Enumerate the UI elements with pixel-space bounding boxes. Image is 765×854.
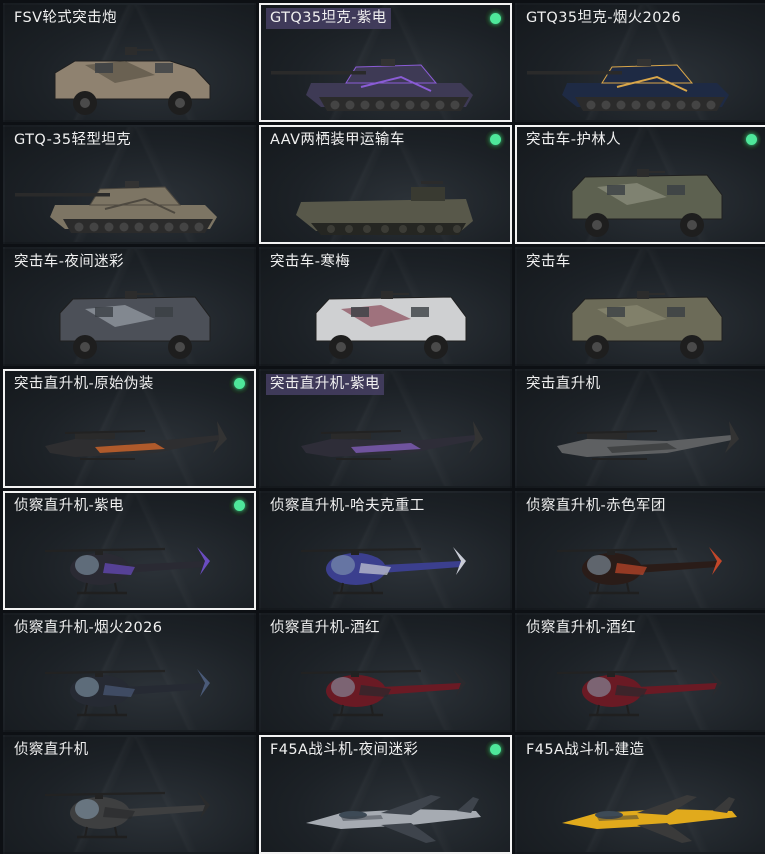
equipped-indicator-icon: [229, 373, 249, 394]
vehicle-skin-name: GTQ35坦克-紫电: [266, 8, 391, 29]
scout-helicopter-image: [44, 668, 210, 717]
equipped-indicator-icon: [485, 129, 505, 150]
vehicle-skin-card[interactable]: 突击车-寒梅: [259, 246, 512, 367]
attack-helicopter-image: [301, 420, 483, 460]
vehicle-skin-name: 突击直升机: [526, 375, 601, 392]
vehicle-skin-card[interactable]: GTQ35坦克-紫电: [259, 3, 512, 123]
scout-helicopter-image: [556, 546, 722, 595]
vehicle-skin-card[interactable]: 侦察直升机-酒红: [259, 612, 512, 733]
vehicle-skin-name: 侦察直升机-紫电: [14, 497, 124, 514]
vehicle-skin-name: 侦察直升机-酒红: [270, 619, 380, 636]
tank-image: [15, 180, 217, 233]
vehicle-skin-card[interactable]: F45A战斗机-夜间迷彩: [259, 734, 512, 854]
vehicle-skin-card[interactable]: 侦察直升机-烟火2026: [3, 612, 256, 733]
vehicle-skin-name: F45A战斗机-夜间迷彩: [270, 741, 419, 758]
assault-vehicle-image: [571, 290, 723, 359]
vehicle-skin-card[interactable]: 侦察直升机-哈夫克重工: [259, 490, 512, 611]
vehicle-skin-card[interactable]: GTQ35坦克-烟火2026: [515, 3, 765, 123]
vehicle-skin-name: 突击车: [526, 253, 571, 270]
vehicle-skin-card[interactable]: 突击直升机-紫电: [259, 368, 512, 489]
vehicle-skin-name: F45A战斗机-建造: [526, 741, 645, 758]
vehicle-skin-name: 侦察直升机: [14, 741, 89, 758]
assault-vehicle-image: [315, 290, 467, 359]
vehicle-skin-name: FSV轮式突击炮: [14, 10, 117, 26]
scout-helicopter-image: [300, 668, 466, 717]
equipped-indicator-icon: [229, 495, 249, 516]
tank-image: [271, 59, 473, 111]
scout-helicopter-image: [44, 790, 210, 839]
vehicle-skin-name: 突击车-夜间迷彩: [14, 253, 124, 270]
equipped-indicator-icon: [741, 129, 761, 150]
vehicle-skin-card[interactable]: 侦察直升机-紫电: [3, 490, 256, 611]
vehicle-skin-name: 突击直升机-原始伪装: [14, 375, 154, 392]
vehicle-skin-name: 侦察直升机-赤色军团: [526, 497, 666, 514]
vehicle-skin-card[interactable]: AAV两栖装甲运输车: [259, 124, 512, 245]
vehicle-skin-card[interactable]: 侦察直升机-赤色军团: [515, 490, 765, 611]
vehicle-skin-name: 侦察直升机-酒红: [526, 619, 636, 636]
vehicle-skin-card[interactable]: GTQ-35轻型坦克: [3, 124, 256, 245]
armored-car-image: [54, 47, 211, 115]
vehicle-skin-card[interactable]: 突击直升机: [515, 368, 765, 489]
vehicle-skin-grid: FSV轮式突击炮 GTQ35坦克-紫电 GTQ35坦克-烟火2026 GTQ-35轻型…: [0, 0, 765, 854]
scout-helicopter-image: [300, 546, 466, 595]
scout-helicopter-image: [44, 546, 210, 595]
vehicle-skin-name: AAV两栖装甲运输车: [270, 131, 405, 148]
tank-image: [527, 59, 729, 111]
fighter-jet-image: [306, 794, 481, 843]
vehicle-skin-card[interactable]: 侦察直升机: [3, 734, 256, 854]
vehicle-skin-name: GTQ35坦克-烟火2026: [526, 10, 682, 26]
vehicle-skin-name: GTQ-35轻型坦克: [14, 131, 132, 148]
vehicle-skin-name: 突击直升机-紫电: [266, 373, 384, 395]
vehicle-skin-name: 侦察直升机-哈夫克重工: [270, 497, 425, 514]
vehicle-skin-card[interactable]: FSV轮式突击炮: [3, 3, 256, 123]
equipped-indicator-icon: [485, 739, 505, 760]
vehicle-skin-card[interactable]: 突击车-夜间迷彩: [3, 246, 256, 367]
vehicle-skin-card[interactable]: F45A战斗机-建造: [515, 734, 765, 854]
amphibious-image: [296, 180, 473, 235]
vehicle-skin-name: 侦察直升机-烟火2026: [14, 619, 163, 636]
vehicle-skin-name: 突击车-护林人: [526, 131, 622, 148]
assault-vehicle-image: [59, 290, 211, 359]
scout-helicopter-image: [556, 668, 722, 717]
equipped-indicator-icon: [485, 8, 505, 28]
vehicle-skin-card[interactable]: 突击车: [515, 246, 765, 367]
attack-helicopter-image: [45, 420, 227, 460]
assault-vehicle-image: [571, 168, 723, 237]
vehicle-skin-name: 突击车-寒梅: [270, 253, 351, 270]
attack-helicopter-image: [557, 420, 739, 460]
fighter-jet-image: [562, 794, 737, 843]
vehicle-skin-card[interactable]: 突击直升机-原始伪装: [3, 368, 256, 489]
vehicle-skin-card[interactable]: 侦察直升机-酒红: [515, 612, 765, 733]
vehicle-skin-card[interactable]: 突击车-护林人: [515, 124, 765, 245]
